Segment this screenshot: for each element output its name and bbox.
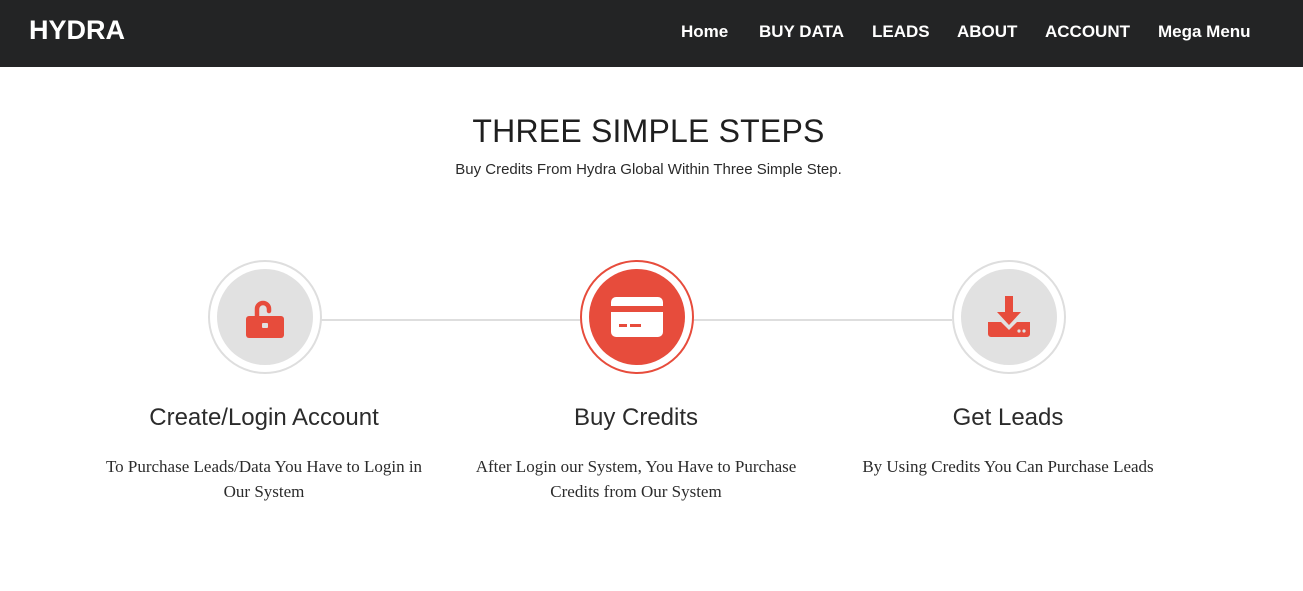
credit-card-icon (611, 297, 663, 337)
step-1-description-line-2: Our System (223, 482, 305, 501)
navbar: HYDRA Home BUY DATA LEADS ABOUT ACCOUNT … (0, 0, 1303, 67)
download-icon (988, 296, 1030, 337)
step-3-description-line-1: By Using Credits You Can Purchase Leads (862, 457, 1154, 476)
step-1-title: Create/Login Account (149, 404, 379, 431)
step-2-description-line-1: After Login our System, You Have to Purc… (475, 457, 797, 476)
nav-mega-menu[interactable]: Mega Menu (1158, 22, 1251, 42)
section-subtitle: Buy Credits From Hydra Global Within Thr… (455, 161, 842, 178)
step-2-description: After Login our System, You Have to Purc… (436, 454, 836, 504)
step-2-icon-bg (589, 269, 685, 365)
step-2-description-line-2: Credits from Our System (550, 482, 722, 501)
step-3-icon-bg (961, 269, 1057, 365)
step-2-title: Buy Credits (573, 404, 699, 431)
step-1-circle (208, 260, 322, 374)
nav-leads[interactable]: LEADS (872, 22, 930, 42)
step-connector-2 (692, 319, 952, 321)
step-1-description-line-1: To Purchase Leads/Data You Have to Login… (105, 457, 423, 476)
brand-logo[interactable]: HYDRA (29, 14, 125, 46)
unlock-icon (246, 300, 284, 338)
nav-account[interactable]: ACCOUNT (1045, 22, 1130, 42)
nav-about[interactable]: ABOUT (957, 22, 1017, 42)
nav-home[interactable]: Home (681, 22, 728, 42)
step-1-description: To Purchase Leads/Data You Have to Login… (64, 454, 464, 504)
nav-buy-data[interactable]: BUY DATA (759, 22, 844, 42)
step-1-icon-bg (217, 269, 313, 365)
step-3-title: Get Leads (952, 404, 1064, 431)
step-3-circle (952, 260, 1066, 374)
section-title: THREE SIMPLE STEPS (472, 113, 825, 149)
step-connector-1 (320, 319, 580, 321)
step-2-circle (580, 260, 694, 374)
step-3-description: By Using Credits You Can Purchase Leads (808, 454, 1208, 479)
